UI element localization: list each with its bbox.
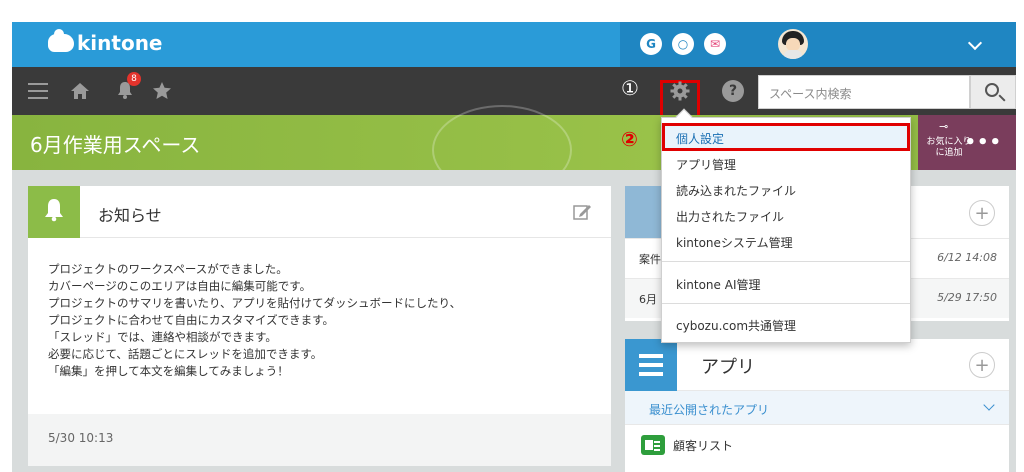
settings-dropdown-menu: 個人設定 アプリ管理 読み込まれたファイル 出力されたファイル kintoneシ…	[661, 108, 911, 343]
apps-title: アプリ	[701, 357, 755, 378]
help-icon[interactable]: ?	[722, 80, 744, 102]
step-1-marker: ①	[621, 76, 639, 100]
notice-title: お知らせ	[98, 206, 162, 225]
notice-icon-box	[28, 186, 80, 238]
kintone-logo[interactable]: kintone	[48, 29, 163, 55]
chevron-down-icon[interactable]	[967, 35, 983, 51]
thread-date: 5/29 17:50	[937, 291, 997, 304]
menu-item-kintone-ai-admin[interactable]: kintone AI管理	[676, 276, 761, 293]
notice-line: 「編集」を押して本文を編集してみましょう！	[48, 364, 289, 378]
notice-card: お知らせ プロジェクトのワークスペースができました。 カバーページのこのエリアは…	[28, 186, 611, 466]
notice-line: プロジェクトのサマリを書いたり、アプリを貼付けてダッシュボードにしたり、	[48, 296, 462, 310]
thread-title: 案件	[639, 253, 661, 266]
apps-header: アプリ +	[625, 339, 1009, 391]
notice-line: 「スレッド」では、連絡や相談ができます。	[48, 330, 277, 344]
top-brand-bar: kintone G ○ ✉	[12, 22, 1016, 67]
app-list-icon	[625, 339, 677, 391]
user-avatar[interactable]	[778, 29, 808, 59]
search-button[interactable]	[970, 75, 1016, 109]
kintone-space-page: kintone G ○ ✉ 8 ① ? スペース内検索 6月作業用スペース ② …	[0, 0, 1024, 472]
menu-item-cybozu-common-admin[interactable]: cybozu.com共通管理	[676, 317, 796, 334]
gear-icon[interactable]	[670, 81, 690, 101]
notice-line: プロジェクトのワークスペースができました。	[48, 262, 288, 276]
pin-icon: ⊸	[939, 120, 949, 133]
thread-date: 6/12 14:08	[937, 251, 997, 264]
notice-footer: 5/30 10:13	[28, 414, 611, 466]
menu-item-imported-files[interactable]: 読み込まれたファイル	[676, 182, 796, 199]
app-item[interactable]: 顧客リスト	[641, 435, 733, 455]
chevron-down-icon	[983, 399, 995, 411]
add-app-button[interactable]: +	[969, 352, 995, 378]
notice-line: カバーページのこのエリアは自由に編集可能です。	[48, 279, 312, 293]
app-item-label: 顧客リスト	[673, 438, 734, 453]
favorites-star-icon[interactable]	[152, 81, 172, 100]
header-right-area: G ○ ✉	[620, 22, 1016, 67]
apps-card: アプリ + 最近公開されたアプリ 顧客リスト	[625, 339, 1009, 472]
add-thread-button[interactable]: +	[969, 200, 995, 226]
search-icon	[985, 83, 999, 97]
notice-updated-date: 5/30 10:13	[48, 431, 114, 445]
space-search-input[interactable]: スペース内検索	[758, 75, 970, 109]
notice-header: お知らせ	[28, 186, 611, 238]
edit-icon[interactable]	[572, 202, 592, 222]
office-service-icon[interactable]: ○	[672, 33, 694, 55]
bell-icon	[45, 199, 63, 222]
menu-item-app-management[interactable]: アプリ管理	[676, 156, 736, 173]
garoon-service-icon[interactable]: G	[640, 33, 662, 55]
notice-line: プロジェクトに合わせて自由にカスタマイズできます。	[48, 313, 335, 327]
space-title: 6月作業用スペース	[30, 133, 201, 157]
customer-list-app-icon	[641, 435, 665, 455]
recent-apps-toggle[interactable]: 最近公開されたアプリ	[625, 391, 1009, 425]
home-icon[interactable]	[70, 82, 90, 100]
notification-count-badge: 8	[127, 72, 141, 86]
logo-text: kintone	[77, 31, 163, 55]
menu-item-exported-files[interactable]: 出力されたファイル	[676, 208, 784, 225]
recent-apps-label: 最近公開されたアプリ	[649, 403, 770, 417]
notice-line: 必要に応じて、話題ごとにスレッドを追加できます。	[48, 347, 323, 361]
menu-item-personal-settings[interactable]: 個人設定	[676, 130, 724, 147]
menu-divider	[662, 261, 910, 262]
mailwise-service-icon[interactable]: ✉	[704, 33, 726, 55]
menu-divider	[662, 303, 910, 304]
cybozu-logo-icon	[48, 29, 74, 52]
step-2-marker: ②	[621, 127, 638, 151]
menu-item-kintone-system-admin[interactable]: kintoneシステム管理	[676, 234, 793, 251]
menu-icon[interactable]	[28, 83, 48, 99]
thread-title: 6月	[639, 293, 657, 306]
more-options-icon[interactable]: •••	[964, 132, 1002, 153]
notice-body: プロジェクトのワークスペースができました。 カバーページのこのエリアは自由に編集…	[48, 261, 588, 380]
space-actions-panel: ⊸ お気に入り に追加 •••	[918, 115, 1016, 170]
